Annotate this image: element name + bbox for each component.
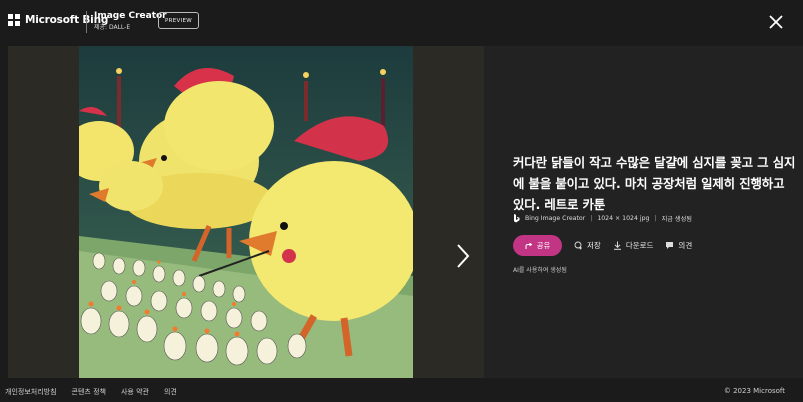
header-divider xyxy=(86,11,87,33)
feedback-icon xyxy=(666,242,674,249)
footer-link-privacy[interactable]: 개인정보처리방침 xyxy=(5,387,57,397)
share-icon xyxy=(525,242,532,249)
file-info: 1024 × 1024 jpg xyxy=(597,215,650,222)
image-viewer xyxy=(8,46,484,378)
creation-status: 지금 생성됨 xyxy=(661,216,692,223)
image-prompt-title: 커다란 닭들이 작고 수많은 달걀에 심지를 꽂고 그 심지에 불을 붙이고 있… xyxy=(513,155,796,212)
download-button[interactable]: 다운로드 xyxy=(613,240,654,251)
footer-link-content-policy[interactable]: 콘텐츠 정책 xyxy=(72,387,106,397)
ai-generated-note: AI를 사용하여 생성됨 xyxy=(513,267,567,274)
next-image-chevron-icon[interactable] xyxy=(455,242,471,270)
microsoft-logo-icon xyxy=(8,14,20,26)
bing-b-icon xyxy=(514,214,520,223)
save-collection-icon xyxy=(574,241,582,250)
product-subtitle: 제공: DALL-E xyxy=(94,24,131,31)
meta-separator: | xyxy=(590,215,593,222)
footer: 개인정보처리방침 콘텐츠 정책 사용 약관 의견 © 2023 Microsof… xyxy=(0,380,803,402)
footer-link-feedback[interactable]: 의견 xyxy=(164,387,177,397)
footer-links: 개인정보처리방침 콘텐츠 정책 사용 약관 의견 xyxy=(5,387,192,397)
close-icon[interactable] xyxy=(764,10,788,34)
image-creator-title[interactable]: Image Creator 제공: DALL-E xyxy=(94,11,167,31)
copyright: © 2023 Microsoft xyxy=(723,387,785,395)
product-title: Image Creator xyxy=(94,11,167,21)
top-bar: Microsoft Bing Image Creator 제공: DALL-E … xyxy=(0,0,803,44)
action-bar: 공유 저장 다운로드 의견 xyxy=(513,235,692,256)
feedback-label: 의견 xyxy=(678,241,693,250)
feedback-button[interactable]: 의견 xyxy=(665,240,692,251)
footer-link-terms[interactable]: 사용 약관 xyxy=(121,387,149,397)
share-label: 공유 xyxy=(536,241,551,250)
preview-badge: PREVIEW xyxy=(158,12,199,29)
save-label: 저장 xyxy=(587,241,601,250)
image-meta: Bing Image Creator | 1024 × 1024 jpg | 지… xyxy=(513,214,692,223)
share-button[interactable]: 공유 xyxy=(513,235,562,256)
source-label: Bing Image Creator xyxy=(525,215,586,222)
save-button[interactable]: 저장 xyxy=(574,240,601,251)
meta-separator: | xyxy=(654,215,657,222)
download-label: 다운로드 xyxy=(625,241,654,250)
download-icon xyxy=(613,241,621,250)
generated-image[interactable] xyxy=(79,46,413,378)
